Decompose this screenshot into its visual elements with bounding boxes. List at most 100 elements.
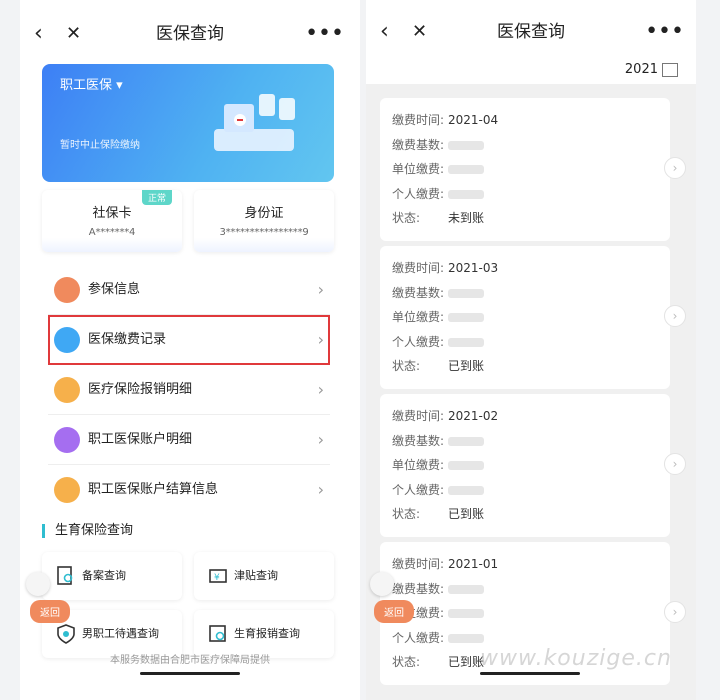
payment-record-card[interactable]: 缴费时间: 2021-04 缴费基数: 单位缴费: 个人缴费: 状态: 未到账 [380,98,670,241]
menu-item-insurance-info[interactable]: 参保信息 › [48,265,330,315]
top-nav-bar: ‹ ✕ 医保查询 ••• [20,14,360,54]
field-label: 缴费基数: [392,433,445,448]
insurance-type-selector[interactable]: 职工医保 ▾ [60,74,123,93]
year-label: 2021 [624,62,658,77]
menu-item-label: 职工医保账户结算信息 [88,482,219,497]
payment-record-card[interactable]: 缴费时间: 2021-03 缴费基数: 单位缴费: 个人缴费: 状态: 已到账 [380,246,670,389]
record-row: 缴费时间: 2021-04 [392,108,658,133]
social-security-card[interactable]: 正常 社保卡 A*******4 [42,190,182,252]
menu-item-payment-records[interactable]: 医保缴费记录 › [48,315,330,365]
payment-status: 已到账 [448,655,485,669]
chevron-right-icon: › [317,380,324,399]
id-cards: 正常 社保卡 A*******4 身份证 3****************9 [42,190,334,252]
calendar-icon [662,62,678,77]
image-search-icon [209,625,226,642]
redacted-value [448,140,484,150]
watermark: www.kouzige.cn [480,646,672,671]
field-label: 缴费基数: [392,285,445,300]
insurance-type-label: 职工医保 [60,78,113,93]
record-row: 单位缴费: [392,305,658,330]
record-row: 缴费基数: [392,577,658,602]
record-row: 个人缴费: [392,182,658,207]
field-label: 状态: [392,211,421,225]
field-label: 缴费基数: [392,581,445,596]
redacted-value [448,436,484,446]
menu-item-label: 医保缴费记录 [88,332,167,347]
more-icon[interactable]: ••• [645,12,684,52]
assistant-icon[interactable] [26,572,50,596]
payment-status: 未到账 [448,211,485,225]
left-screen: ‹ ✕ 医保查询 ••• 职工医保 ▾ 暂时中止保险缴纳 正常 社保卡 A***… [20,0,360,700]
redacted-value [448,189,484,199]
record-row: 个人缴费: [392,330,658,355]
top-nav-bar: ‹ ✕ 医保查询 ••• [366,0,696,56]
payment-status: 已到账 [448,359,485,373]
field-label: 缴费时间: [392,409,445,423]
banner-illustration-icon [214,94,295,151]
field-label: 缴费时间: [392,261,445,275]
document-icon [54,327,80,353]
record-row: 缴费时间: 2021-01 [392,552,658,577]
shield-search-icon [57,624,75,644]
chevron-right-icon[interactable]: › [664,601,686,623]
record-row: 单位缴费: [392,453,658,478]
assistant-icon[interactable] [370,572,394,596]
card-number: A*******4 [88,227,136,238]
search-document-icon [57,566,73,585]
settlement-icon [54,477,80,503]
field-label: 缴费时间: [392,557,445,571]
menu-item-label: 职工医保账户明细 [88,432,193,447]
ticket-icon: ¥ [209,569,227,583]
card-decoration [194,238,334,252]
record-row: 缴费基数: [392,429,658,454]
redacted-value [448,461,484,470]
grid-item-filing-query[interactable]: 备案查询 [42,552,182,600]
payment-time: 2021-01 [448,557,499,571]
year-selector[interactable]: 2021 [625,62,678,77]
footer-note: 本服务数据由合肥市医疗保障局提供 [110,655,270,666]
more-icon[interactable]: ••• [305,14,344,54]
chevron-right-icon: › [317,430,324,449]
record-row: 单位缴费: [392,601,658,626]
menu-item-label: 医疗保险报销明细 [88,382,193,397]
payment-time: 2021-02 [448,409,499,423]
record-row: 缴费时间: 2021-02 [392,404,658,429]
menu-item-account-details[interactable]: 职工医保账户明细 › [48,415,330,465]
grid-item-allowance-query[interactable]: ¥ 津贴查询 [194,552,334,600]
grid-item-label: 津贴查询 [234,569,278,582]
chevron-right-icon: › [317,280,324,299]
query-menu: 参保信息 › 医保缴费记录 › 医疗保险报销明细 › 职工医保账户明细 › 职工… [48,265,330,515]
chevron-right-icon[interactable]: › [664,453,686,475]
home-indicator [140,672,240,675]
field-label: 状态: [392,507,421,521]
section-title: 生育保险查询 [42,524,133,538]
chevron-right-icon: › [317,330,324,349]
float-return-button[interactable]: 返回 [30,600,70,623]
field-label: 单位缴费: [392,162,445,176]
payment-time: 2021-04 [448,113,499,127]
field-label: 个人缴费: [392,482,445,497]
payment-record-card[interactable]: 缴费时间: 2021-02 缴费基数: 单位缴费: 个人缴费: 状态: 已到账 [380,394,670,537]
record-row: 单位缴费: [392,157,658,182]
chevron-down-icon: ▾ [116,78,123,93]
svg-text:¥: ¥ [214,573,220,583]
field-label: 个人缴费: [392,630,445,645]
chevron-right-icon[interactable]: › [664,157,686,179]
redacted-value [448,609,484,618]
menu-item-reimbursement[interactable]: 医疗保险报销明细 › [48,365,330,415]
chevron-right-icon[interactable]: › [664,305,686,327]
menu-item-account-settlement[interactable]: 职工医保账户结算信息 › [48,465,330,515]
field-label: 状态: [392,655,421,669]
redacted-value [448,485,484,495]
chevron-right-icon: › [317,480,324,499]
redacted-value [448,337,484,347]
id-card[interactable]: 身份证 3****************9 [194,190,334,252]
card-decoration [42,238,182,252]
field-label: 缴费时间: [392,113,445,127]
status-badge: 正常 [141,190,172,205]
redacted-value [448,584,484,594]
id-card-icon [54,277,80,303]
account-icon [54,427,80,453]
card-title: 身份证 [244,206,284,221]
float-return-button[interactable]: 返回 [374,600,414,623]
